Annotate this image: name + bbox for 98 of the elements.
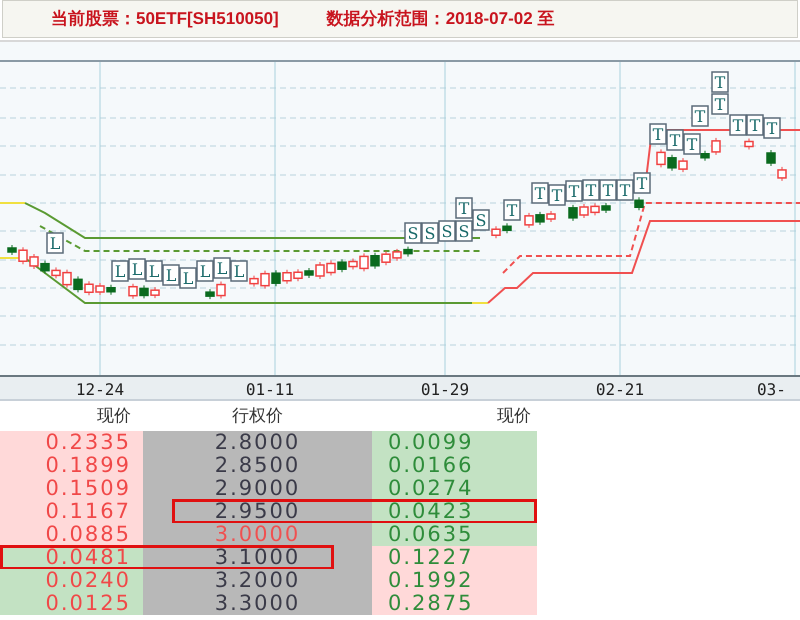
date-range: 2018-07-02 至 <box>446 8 554 30</box>
candlestick <box>744 138 754 150</box>
signal-marker: T <box>616 179 634 201</box>
candlestick <box>777 166 787 182</box>
signal-marker: S <box>455 220 473 242</box>
candlestick <box>590 202 600 216</box>
call-price-cell: 0.1509 <box>0 477 143 500</box>
signal-marker: L <box>162 264 180 286</box>
candlestick <box>84 280 94 296</box>
signal-marker: L <box>111 260 129 282</box>
axis-label: 01-11 <box>246 380 294 399</box>
candlestick <box>491 226 501 239</box>
candlestick <box>282 269 292 284</box>
candlestick <box>370 252 380 270</box>
candlestick <box>40 260 50 274</box>
candlestick <box>524 212 534 228</box>
axis-label: 12-24 <box>76 380 124 399</box>
signal-marker: L <box>145 260 163 282</box>
candlestick <box>95 282 105 296</box>
signal-marker: T <box>666 129 684 151</box>
candlestick <box>381 250 391 266</box>
candlestick <box>601 202 611 214</box>
strike-price-cell: 3.0000 <box>143 523 372 546</box>
put-price-cell: 0.1227 <box>372 546 537 569</box>
stock-code: 50ETF[SH510050] <box>136 8 279 30</box>
axis-label: 02-21 <box>596 380 644 399</box>
candlestick <box>403 246 413 258</box>
signal-marker: T <box>582 179 600 201</box>
candlestick <box>337 258 347 273</box>
signal-marker: L <box>46 232 64 254</box>
signal-marker: T <box>691 105 709 127</box>
candlestick <box>293 268 303 282</box>
candlestick <box>392 248 402 262</box>
signal-marker: T <box>711 93 729 115</box>
candlestick <box>150 286 160 299</box>
signal-marker: T <box>548 184 566 206</box>
put-price-cell: 0.0099 <box>372 431 537 454</box>
signal-marker: L <box>230 260 248 282</box>
call-price-cell: 0.1167 <box>0 500 143 523</box>
signal-marker: T <box>503 199 521 221</box>
put-price-cell: 0.2875 <box>372 592 537 615</box>
signal-marker: T <box>633 172 651 194</box>
strike-price-cell: 2.8500 <box>143 454 372 477</box>
candlestick <box>634 196 644 211</box>
candlestick <box>502 222 512 234</box>
stock-label: 当前股票： <box>51 8 136 30</box>
axis-label: 03- <box>757 380 786 399</box>
signal-marker: T <box>729 114 747 136</box>
call-price-cell: 0.1899 <box>0 454 143 477</box>
strike-price-cell: 2.8000 <box>143 431 372 454</box>
candlestick <box>678 158 688 173</box>
signal-marker: S <box>421 222 439 244</box>
candlestick <box>766 150 776 166</box>
candlestick <box>128 283 138 300</box>
range-label: 数据分析范围： <box>326 8 446 30</box>
signal-marker: T <box>599 179 617 201</box>
signal-marker: T <box>531 182 549 204</box>
signal-marker: T <box>649 123 667 145</box>
call-price-cell: 0.0885 <box>0 523 143 546</box>
put-price-cell: 0.0635 <box>372 523 537 546</box>
strike-price-cell: 2.9000 <box>143 477 372 500</box>
signal-marker: T <box>763 117 781 139</box>
call-price-cell: 0.0125 <box>0 592 143 615</box>
strike-price-cell: 3.2000 <box>143 569 372 592</box>
call-price-cell: 0.0240 <box>0 569 143 592</box>
candlestick <box>568 204 578 222</box>
candlestick <box>139 284 149 299</box>
column-header: 现价 <box>496 404 532 426</box>
axis-label: 01-29 <box>420 380 470 399</box>
call-price-cell: 0.2335 <box>0 431 143 454</box>
candlestick <box>667 154 677 172</box>
candlestick <box>579 204 589 218</box>
candlestick <box>326 260 336 276</box>
signal-marker: T <box>565 180 583 202</box>
candlestick <box>29 253 39 270</box>
signal-marker: T <box>711 71 729 93</box>
column-header: 现价 <box>96 404 132 426</box>
put-price-cell: 0.0166 <box>372 454 537 477</box>
candlestick <box>271 270 281 287</box>
candlestick <box>546 210 556 222</box>
candlestick <box>535 211 545 226</box>
signal-marker: S <box>472 209 490 231</box>
signal-marker: T <box>746 114 764 136</box>
candlestick <box>656 148 666 168</box>
signal-marker: L <box>213 257 231 279</box>
candlestick <box>106 284 116 296</box>
column-header: 行权价 <box>231 404 284 426</box>
signal-marker: T <box>683 133 701 155</box>
signal-marker: L <box>179 267 197 289</box>
signal-marker: S <box>404 222 422 244</box>
signal-marker: S <box>438 220 456 242</box>
put-price-cell: 0.0274 <box>372 477 537 500</box>
signal-marker: T <box>455 197 473 219</box>
put-price-cell: 0.1992 <box>372 569 537 592</box>
candlestick <box>73 276 83 293</box>
signal-marker: L <box>128 258 146 280</box>
strike-price-cell: 3.3000 <box>143 592 372 615</box>
signal-marker: L <box>196 260 214 282</box>
